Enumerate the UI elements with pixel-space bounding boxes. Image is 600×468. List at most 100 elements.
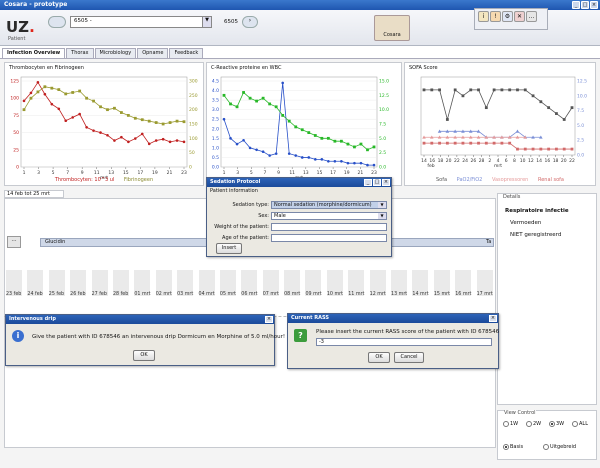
data-point: [453, 88, 457, 92]
data-point: [126, 114, 130, 117]
x-tick-label: 22: [569, 158, 575, 164]
close-button[interactable]: ×: [265, 316, 273, 323]
timeline-date-label: 06 mrt: [241, 292, 258, 297]
y-right-tick-label: 150: [189, 122, 198, 128]
radio-all[interactable]: ALL: [572, 421, 588, 427]
y-left-tick-label: 0.5: [212, 155, 219, 161]
tab-infection-overview[interactable]: Infection Overview: [2, 48, 66, 58]
legend-sofa: Sofa: [436, 177, 448, 183]
close-button[interactable]: ×: [489, 315, 497, 322]
data-point: [307, 131, 311, 134]
age-input[interactable]: [271, 234, 387, 242]
y-right-tick-label: 200: [189, 107, 198, 113]
timeline-date-label: 28 feb: [112, 292, 129, 297]
data-point: [333, 139, 337, 143]
close-button[interactable]: ×: [590, 1, 598, 9]
info-icon[interactable]: i: [478, 11, 489, 22]
data-point: [492, 88, 496, 92]
radio-1w[interactable]: 1W: [503, 421, 518, 427]
x-axis-label-feb: feb: [427, 163, 434, 169]
radio-3w[interactable]: 3W: [549, 421, 564, 427]
chart-plot: 1357911131517192123mrt0.00.51.01.52.02.5…: [212, 76, 389, 181]
y-left-tick-label: 4.0: [212, 88, 219, 94]
dialog-title: Intervenous drip: [9, 316, 56, 322]
tab-microbiology[interactable]: Microbiology: [94, 48, 137, 58]
x-tick-label: 15: [317, 170, 323, 176]
tab-thorax[interactable]: Thorax: [66, 48, 94, 58]
minimize-button[interactable]: _: [572, 1, 580, 9]
maximize-button[interactable]: □: [373, 179, 381, 186]
cancel-button[interactable]: Cancel: [394, 352, 424, 363]
legend-pao2: PaO2/FiO2: [456, 177, 483, 183]
timeline-date-label: 14 mrt: [412, 292, 429, 297]
alert-icon[interactable]: !: [490, 11, 501, 22]
data-point: [85, 96, 89, 100]
data-point: [300, 156, 304, 159]
cosara-button[interactable]: Cosara: [374, 15, 410, 41]
chart-sofa: SOFA Score 14 16 18 20 22 24 26 28 2 4 6 8 10 12 14 16 1…: [404, 62, 596, 186]
x-tick-label: 14: [536, 158, 542, 164]
details-line-suspicion: Vermoeden: [510, 220, 542, 226]
data-point: [372, 145, 376, 149]
plot-frame: [20, 76, 188, 168]
y-left-tick-label: 4.5: [212, 79, 219, 85]
y-left-tick-label: 3.0: [212, 107, 219, 113]
timeline-range-tab[interactable]: 14 feb tot 25 mrt: [4, 190, 64, 198]
maximize-button[interactable]: □: [581, 1, 589, 9]
chevron-down-icon[interactable]: ▼: [378, 202, 386, 208]
ok-button[interactable]: OK: [133, 350, 155, 361]
data-point: [182, 140, 186, 144]
data-point: [523, 147, 527, 151]
y-right-tick-label: 0.0: [379, 165, 386, 171]
close-button[interactable]: ×: [382, 179, 390, 186]
x-tick-label: 28: [479, 158, 485, 164]
data-point: [508, 141, 512, 145]
series-line-0: [23, 81, 185, 145]
patient-search-button[interactable]: [48, 16, 66, 28]
data-point: [106, 108, 109, 112]
data-point: [359, 161, 363, 165]
data-point: [235, 142, 239, 146]
radio-basis[interactable]: Basis: [503, 444, 523, 450]
y-right-tick-label: 12.5: [379, 93, 389, 99]
timeline-date-strip: 23 feb 24 feb 25 feb 26 feb 27 feb 28 feb 01 m…: [4, 270, 496, 298]
timeline-date-label: 09 mrt: [305, 292, 322, 297]
y-right-tick-label: 10.0: [379, 107, 389, 113]
tab-feedback[interactable]: Feedback: [169, 48, 204, 58]
exit-icon[interactable]: ✕: [514, 11, 525, 22]
weight-input[interactable]: [271, 223, 387, 231]
data-point: [229, 102, 232, 106]
data-point: [99, 105, 102, 109]
timeline-date-label: 05 mrt: [219, 292, 237, 297]
rass-input[interactable]: -3: [316, 338, 492, 346]
x-tick-label: 20: [561, 158, 567, 164]
radio-uitgebreid[interactable]: Uitgebreid: [543, 444, 576, 450]
data-point: [36, 81, 40, 84]
x-tick-label: 5: [250, 170, 253, 176]
data-point: [64, 92, 68, 96]
radio-2w[interactable]: 2W: [526, 421, 541, 427]
expand-button[interactable]: ...: [7, 236, 21, 248]
y-right-tick-label: 300: [189, 79, 198, 85]
minimize-button[interactable]: _: [364, 179, 372, 186]
uz-logo: UZ.: [6, 18, 35, 36]
settings-icon[interactable]: ⚙: [502, 11, 513, 22]
more-icon[interactable]: …: [526, 11, 537, 22]
chevron-down-icon[interactable]: ▼: [202, 17, 211, 27]
sedation-type-select[interactable]: Normal sedation (morphine/dormicum): [271, 201, 387, 209]
data-point: [71, 91, 75, 94]
tab-opname[interactable]: Opname: [137, 48, 169, 58]
data-point: [570, 106, 574, 110]
ok-button[interactable]: OK: [368, 352, 390, 363]
patient-select[interactable]: 6505 - ▼: [70, 16, 212, 28]
data-point: [281, 81, 284, 85]
x-tick-label: 3: [37, 170, 40, 176]
x-tick-label: 21: [357, 170, 363, 176]
sex-select[interactable]: Male: [271, 212, 387, 220]
data-point: [340, 159, 343, 163]
next-patient-button[interactable]: ›: [242, 16, 258, 28]
timeline-date-label: 25 feb: [48, 292, 65, 297]
chevron-down-icon[interactable]: ▼: [378, 213, 386, 219]
timeline-date-label: 27 feb: [91, 292, 107, 297]
insert-button[interactable]: Insert: [216, 243, 242, 254]
